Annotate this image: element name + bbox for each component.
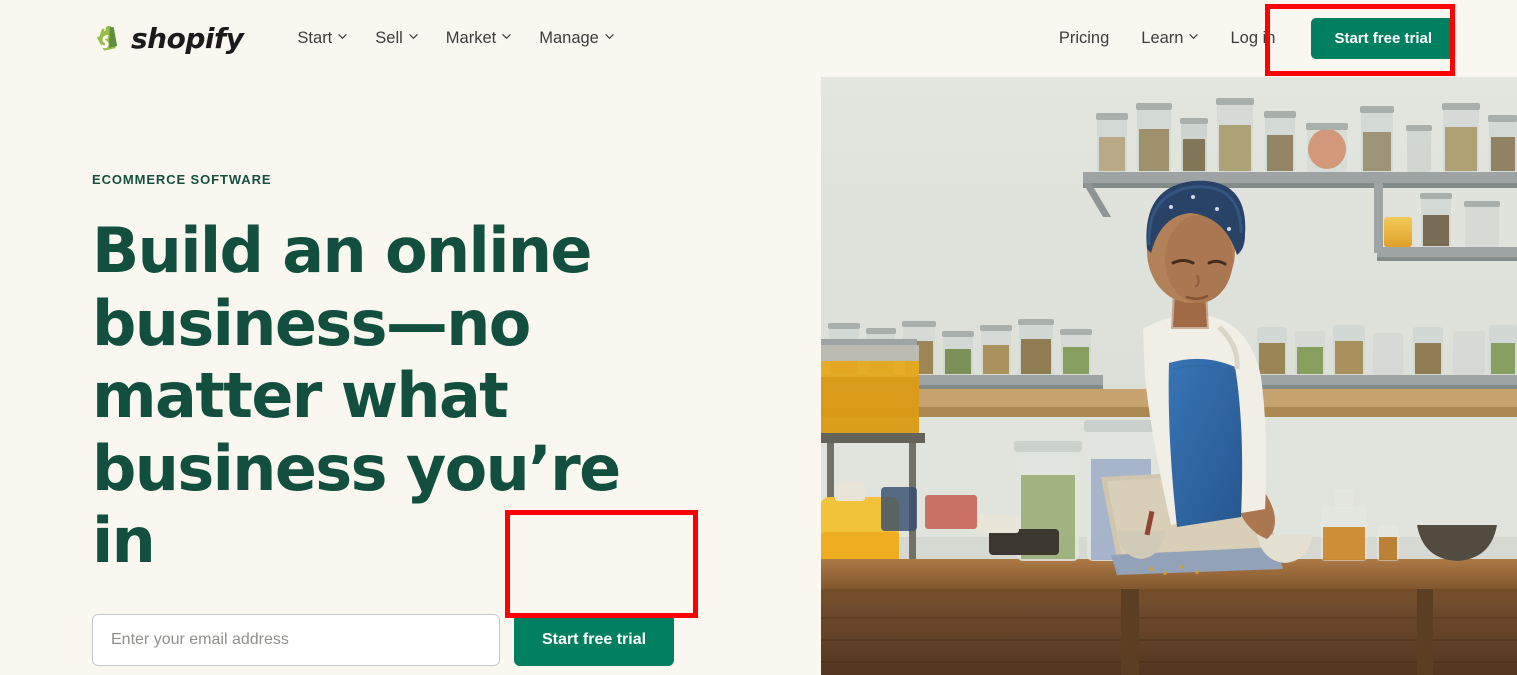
page-title: Build an online business—no matter what …: [92, 214, 621, 578]
nav-right-group: Pricing Learn Log in Start free trial: [1043, 18, 1455, 59]
nav-item-manage-label: Manage: [539, 29, 599, 47]
top-navigation-bar: shopify Start Sell Market Manage Pricing…: [0, 0, 1517, 77]
nav-item-login[interactable]: Log in: [1214, 21, 1291, 56]
nav-item-sell-label: Sell: [375, 29, 403, 47]
shopify-bag-icon: [92, 22, 122, 56]
shopify-landing-page: shopify Start Sell Market Manage Pricing…: [0, 0, 1517, 675]
chevron-down-icon: [1189, 32, 1199, 41]
email-input[interactable]: [92, 613, 500, 666]
shopify-logo[interactable]: shopify: [92, 21, 244, 56]
nav-item-login-label: Log in: [1230, 29, 1276, 47]
hero-start-free-trial-button[interactable]: Start free trial: [514, 613, 675, 666]
hero-photo: [821, 77, 1517, 675]
nav-primary-links: Start Sell Market Manage: [283, 21, 627, 56]
nav-item-pricing-label: Pricing: [1058, 29, 1110, 47]
nav-left-group: shopify Start Sell Market Manage: [92, 21, 628, 56]
chevron-down-icon: [338, 32, 347, 41]
chevron-down-icon: [605, 32, 614, 41]
hero-eyebrow: ECOMMERCE SOFTWARE: [92, 172, 272, 187]
nav-item-start[interactable]: Start: [283, 21, 361, 56]
hero-content: ECOMMERCE SOFTWARE Build an online busin…: [92, 172, 772, 675]
nav-item-learn-label: Learn: [1141, 29, 1184, 47]
nav-item-sell[interactable]: Sell: [361, 21, 432, 56]
nav-item-market[interactable]: Market: [432, 21, 525, 56]
hero-cta-container: Start free trial: [514, 613, 675, 666]
nav-item-market-label: Market: [445, 29, 497, 47]
nav-item-pricing[interactable]: Pricing: [1043, 21, 1125, 56]
nav-item-learn[interactable]: Learn: [1125, 21, 1214, 56]
nav-item-start-label: Start: [297, 29, 333, 47]
nav-cta-container: Start free trial: [1311, 18, 1455, 59]
chevron-down-icon: [502, 32, 511, 41]
logo-wordmark: shopify: [131, 21, 244, 55]
trial-signup-form: Start free trial: [92, 613, 692, 666]
nav-start-free-trial-button[interactable]: Start free trial: [1311, 18, 1455, 59]
chevron-down-icon: [409, 32, 418, 41]
nav-item-manage[interactable]: Manage: [525, 21, 628, 56]
